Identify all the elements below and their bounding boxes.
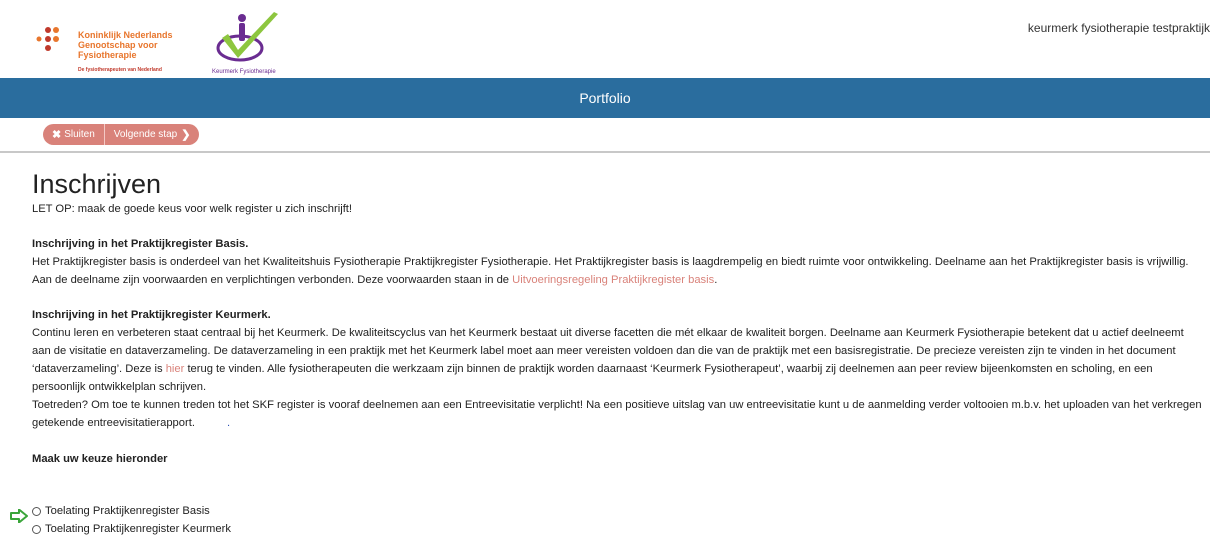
next-step-button-label: Volgende stap (113, 129, 178, 140)
toetreden-paragraph: Toetreden? Om toe te kunnen treden tot h… (32, 396, 1204, 432)
chevron-right-icon: ❯ (181, 129, 191, 141)
user-name[interactable]: keurmerk fysiotherapie testpraktijk (1028, 21, 1210, 35)
option-basis-label[interactable]: Toelating Praktijkenregister Basis (45, 502, 210, 520)
keurmerk-paragraph: Continu leren en verbeteren staat centra… (32, 324, 1204, 396)
toolbar-button-group: ✖ Sluiten Volgende stap ❯ (43, 124, 200, 145)
toetreden-text: Toetreden? Om toe te kunnen treden tot h… (32, 399, 1202, 429)
kngf-name: Koninklijk Nederlands Genootschap voor F… (78, 30, 204, 60)
choice-heading: Maak uw keuze hieronder (32, 453, 168, 465)
option-keurmerk-label[interactable]: Toelating Praktijkenregister Keurmerk (45, 520, 231, 538)
close-button-label: Sluiten (64, 129, 95, 140)
page-title: Inschrijven (32, 169, 162, 199)
keurmerk-logo: Keurmerk Fysiotherapie (212, 10, 288, 78)
intro-text: LET OP: maak de goede keus voor welk reg… (32, 203, 353, 215)
toolbar: ✖ Sluiten Volgende stap ❯ (0, 118, 1210, 153)
option-keurmerk[interactable]: Toelating Praktijkenregister Keurmerk (32, 520, 1204, 538)
kngf-tagline: De fysiotherapeuten van Nederland (78, 67, 162, 73)
dataverzameling-link[interactable]: hier (166, 363, 185, 375)
radio-keurmerk[interactable] (32, 524, 41, 534)
option-basis[interactable]: Toelating Praktijkenregister Basis (32, 502, 1204, 520)
keurmerk-heading: Inschrijving in het Praktijkregister Keu… (32, 309, 271, 321)
dot-marker: . (226, 417, 231, 429)
keurmerk-label: Keurmerk Fysiotherapie (212, 69, 276, 75)
main-content: Inschrijven LET OP: maak de goede keus v… (32, 168, 1204, 538)
title-bar: Portfolio (0, 78, 1210, 118)
page-section-title: Portfolio (579, 90, 631, 106)
keurmerk-check-icon (216, 12, 278, 62)
close-button[interactable]: ✖ Sluiten (43, 124, 105, 145)
uitvoeringsregeling-link[interactable]: Uitvoeringsregeling Praktijkregister bas… (512, 274, 714, 286)
basis-text-end: . (714, 274, 718, 286)
arrow-right-icon (10, 509, 28, 523)
basis-heading: Inschrijving in het Praktijkregister Bas… (32, 238, 249, 250)
kngf-logo: Koninklijk Nederlands Genootschap voor F… (34, 26, 204, 76)
header: Koninklijk Nederlands Genootschap voor F… (0, 0, 1210, 78)
kngf-dots-icon (36, 27, 59, 51)
keurmerk-text-end: terug te vinden. Alle fysiotherapeuten d… (32, 363, 1153, 393)
radio-basis[interactable] (32, 506, 41, 516)
next-step-button[interactable]: Volgende stap ❯ (104, 124, 200, 145)
register-options: Toelating Praktijkenregister Basis Toela… (32, 502, 1204, 538)
basis-paragraph: Het Praktijkregister basis is onderdeel … (32, 253, 1204, 289)
close-icon: ✖ (52, 129, 62, 141)
kngf-line2: Genootschap voor Fysiotherapie (78, 40, 158, 60)
kngf-line1: Koninklijk Nederlands (78, 30, 173, 40)
